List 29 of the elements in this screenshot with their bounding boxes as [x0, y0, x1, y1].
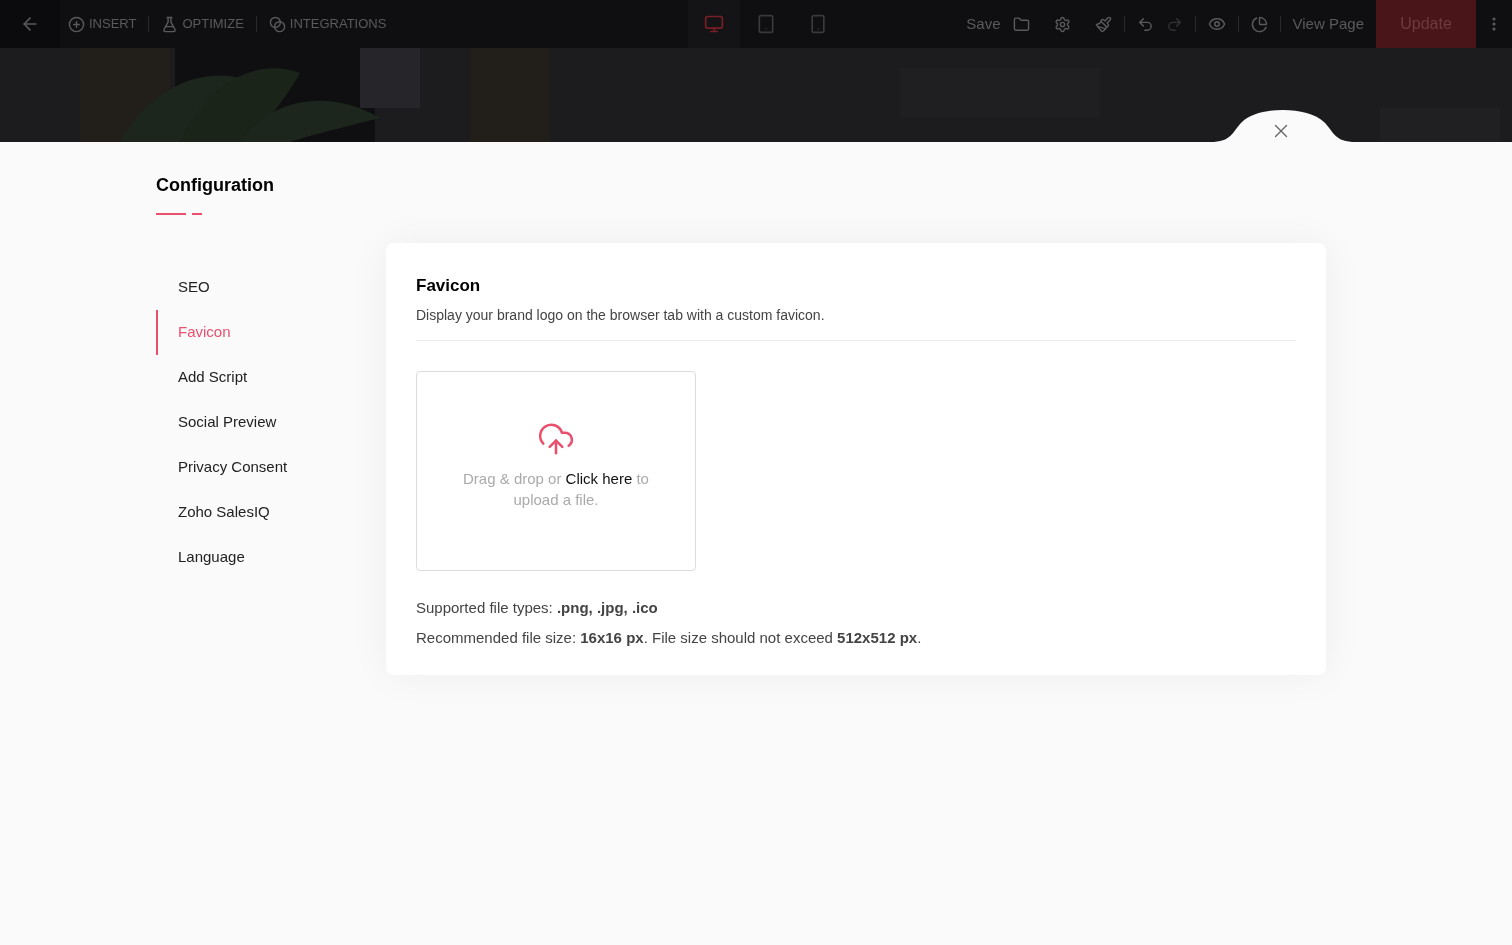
sidebar-item[interactable]: Add Script	[156, 355, 386, 400]
sidebar-item[interactable]: Social Preview	[156, 400, 386, 445]
desktop-view-button[interactable]	[688, 0, 741, 48]
plus-circle-icon	[68, 15, 85, 33]
redo-icon[interactable]	[1165, 15, 1183, 33]
rings-icon	[268, 15, 286, 33]
eye-icon[interactable]	[1207, 15, 1226, 33]
sidebar-item[interactable]: Language	[156, 535, 386, 580]
pie-chart-icon[interactable]	[1250, 15, 1268, 33]
settings-icon[interactable]	[1053, 15, 1071, 33]
dropzone-text: Drag & drop or Click here to upload a file.	[462, 468, 650, 510]
paintbrush-icon[interactable]	[1094, 15, 1112, 33]
sidebar-item[interactable]: SEO	[156, 265, 386, 310]
folder-icon[interactable]	[1012, 15, 1030, 33]
sidebar-item[interactable]: Privacy Consent	[156, 445, 386, 490]
tablet-icon	[756, 14, 777, 34]
card-description: Display your brand logo on the browser tab with a custom favicon.	[416, 305, 826, 325]
click-here-link[interactable]: Click here	[565, 469, 633, 487]
title-underline	[156, 213, 202, 215]
file-dropzone[interactable]: Drag & drop or Click here to upload a file.	[416, 370, 696, 571]
file-note: Supported file types: .png, .jpg, .ico	[416, 597, 659, 618]
file-note: Recommended file size: 16x16 px. File size should not exceed 512x512 px.	[416, 628, 923, 648]
vertical-dots-icon	[1492, 17, 1496, 31]
card-title: Favicon	[416, 275, 482, 297]
page-title: Configuration	[156, 174, 275, 197]
desktop-icon	[704, 14, 725, 34]
sidebar-item[interactable]: Zoho SalesIQ	[156, 490, 386, 535]
undo-icon[interactable]	[1136, 15, 1154, 33]
flask-icon	[161, 15, 179, 33]
